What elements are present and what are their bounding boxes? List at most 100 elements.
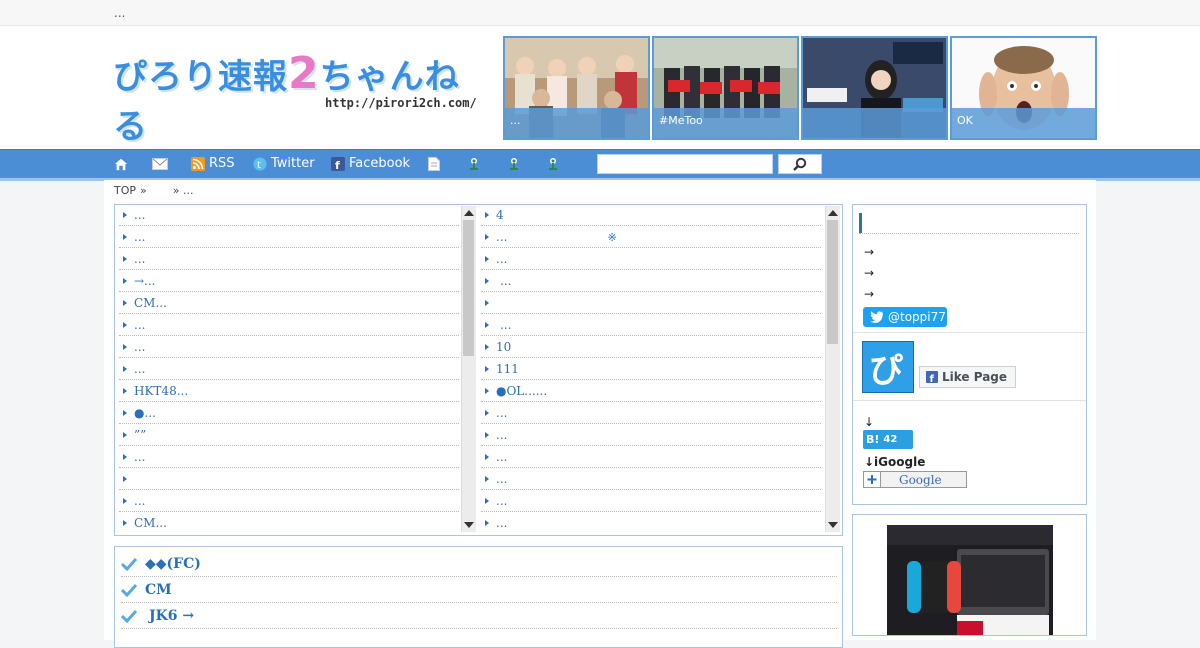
sidebar-link-1[interactable]: → — [864, 245, 874, 259]
logo-text-a: ぴろり速報 — [113, 57, 288, 97]
list-item[interactable]: ... — [119, 249, 459, 270]
hatena-label: B! — [866, 433, 880, 446]
search-icon — [793, 157, 807, 171]
list-item[interactable]: ... — [481, 403, 821, 424]
list-item[interactable]: ... — [481, 447, 821, 468]
list-item[interactable]: ●... — [119, 403, 459, 424]
facebook-page-avatar[interactable]: ぴ — [862, 341, 914, 393]
antenna-icon — [510, 158, 518, 170]
nav-rss[interactable]: RSS — [191, 155, 235, 173]
list-item[interactable]: ... — [481, 491, 821, 512]
list-item[interactable]: ... — [119, 447, 459, 468]
document-icon — [428, 157, 440, 171]
list-item[interactable]: ... — [481, 425, 821, 446]
twitter-follow-button[interactable]: @toppi77 — [863, 307, 947, 327]
list-item[interactable]: ... — [119, 359, 459, 380]
list-item[interactable]: ... ※ — [481, 227, 821, 248]
sidebar-ad[interactable] — [852, 514, 1087, 636]
google-label: Google — [899, 472, 942, 487]
top-strip-text: ... — [114, 6, 126, 20]
facebook-like-page-button[interactable]: f Like Page — [919, 366, 1016, 388]
check-item[interactable]: JK6 → — [121, 603, 837, 629]
search-button[interactable] — [778, 154, 822, 174]
thumb-caption: ... — [505, 108, 648, 138]
featured-thumb-2[interactable]: #MeToo — [652, 36, 799, 140]
svg-text:f: f — [335, 159, 340, 171]
nav-link-1[interactable] — [467, 155, 481, 173]
list-item[interactable]: ... — [119, 205, 459, 226]
list-item[interactable]: ... — [119, 337, 459, 358]
list-item[interactable]: ... — [481, 249, 821, 270]
igoogle-label: ↓iGoogle — [864, 455, 926, 469]
featured-thumb-3[interactable] — [801, 36, 948, 140]
facebook-like-label: Like Page — [942, 370, 1008, 384]
list-item[interactable]: ... — [481, 271, 821, 292]
check-item[interactable]: ◆◆(FC) — [121, 551, 837, 577]
breadcrumb-sep-2: » — [172, 184, 180, 197]
list-item[interactable]: 4 — [481, 205, 821, 226]
check-item[interactable]: CM — [121, 577, 837, 603]
nav-link-3[interactable] — [546, 155, 560, 173]
checkmark-icon — [121, 557, 137, 571]
nav-twitter[interactable]: t Twitter — [253, 155, 315, 173]
list-item[interactable]: ... — [119, 315, 459, 336]
game-console-ad-image-icon — [887, 525, 1053, 635]
list-item[interactable]: HKT48... — [119, 381, 459, 402]
pirori-logo-icon: ぴ — [869, 351, 903, 391]
list-item[interactable]: CM... — [119, 513, 459, 533]
nav-rss-label: RSS — [209, 156, 235, 171]
checkmark-icon — [121, 583, 137, 597]
nav-mail[interactable] — [152, 155, 168, 173]
hatena-bookmark-button[interactable]: B! 42 — [863, 430, 913, 449]
featured-thumb-1[interactable]: ... — [503, 36, 650, 140]
breadcrumb: TOP » » ... — [114, 184, 193, 197]
list-item[interactable]: 111 — [481, 359, 821, 380]
right-list-scrollbar[interactable] — [825, 206, 840, 532]
nav-document[interactable] — [428, 155, 440, 173]
add-to-google-button[interactable]: Google — [863, 471, 967, 488]
breadcrumb-top[interactable]: TOP — [114, 184, 136, 197]
rss-icon — [191, 157, 205, 171]
list-item[interactable] — [119, 469, 459, 490]
thumb-caption: OK — [952, 108, 1095, 138]
headline-list-panel: ... ... ... →... CM... ... ... ... HKT48… — [114, 204, 843, 536]
nav-home[interactable] — [114, 155, 128, 173]
list-item[interactable]: ... — [481, 469, 821, 490]
nav-bar: RSS t Twitter f Facebook — [0, 149, 1200, 181]
svg-text:ぴ: ぴ — [869, 351, 903, 391]
list-item[interactable] — [481, 293, 821, 314]
antenna-icon — [470, 158, 478, 170]
checkmark-icon — [121, 609, 137, 623]
left-list-scrollbar[interactable] — [461, 206, 476, 532]
nav-twitter-label: Twitter — [271, 156, 315, 171]
twitter-bird-icon — [870, 311, 883, 323]
nav-link-2[interactable] — [507, 155, 521, 173]
list-mark: ※ — [607, 230, 617, 244]
search-input[interactable] — [597, 154, 773, 174]
list-item[interactable]: ... — [481, 513, 821, 533]
twitter-icon: t — [253, 157, 267, 171]
list-item[interactable]: →... — [119, 271, 459, 292]
list-item[interactable]: CM... — [119, 293, 459, 314]
svg-text:f: f — [930, 374, 935, 383]
breadcrumb-sep: » — [140, 184, 147, 197]
list-item[interactable]: ”” — [119, 425, 459, 446]
list-item[interactable]: ●OL...... — [481, 381, 821, 402]
twitter-handle: @toppi77 — [888, 310, 946, 324]
hatena-count: 42 — [883, 434, 898, 445]
sidebar-link-3[interactable]: → — [864, 287, 874, 301]
list-item[interactable]: ... — [481, 315, 821, 336]
plus-icon — [864, 472, 881, 487]
list-item[interactable]: 10 — [481, 337, 821, 358]
sidebar-link-2[interactable]: → — [864, 266, 874, 280]
site-logo[interactable]: ぴろり速報2ちゃんねる http://pirori2ch.com/ — [113, 48, 478, 147]
top-strip: ... — [0, 0, 1200, 26]
facebook-icon: f — [926, 371, 938, 383]
facebook-icon: f — [331, 157, 345, 171]
list-item[interactable]: ... — [119, 227, 459, 248]
sidebar-widget: → → → @toppi77 ぴ f Like Page ↓ B! 42 ↓iG… — [852, 204, 1087, 505]
list-item[interactable]: ... — [119, 491, 459, 512]
mail-icon — [152, 158, 168, 170]
featured-thumb-4[interactable]: OK — [950, 36, 1097, 140]
nav-facebook[interactable]: f Facebook — [331, 155, 410, 173]
